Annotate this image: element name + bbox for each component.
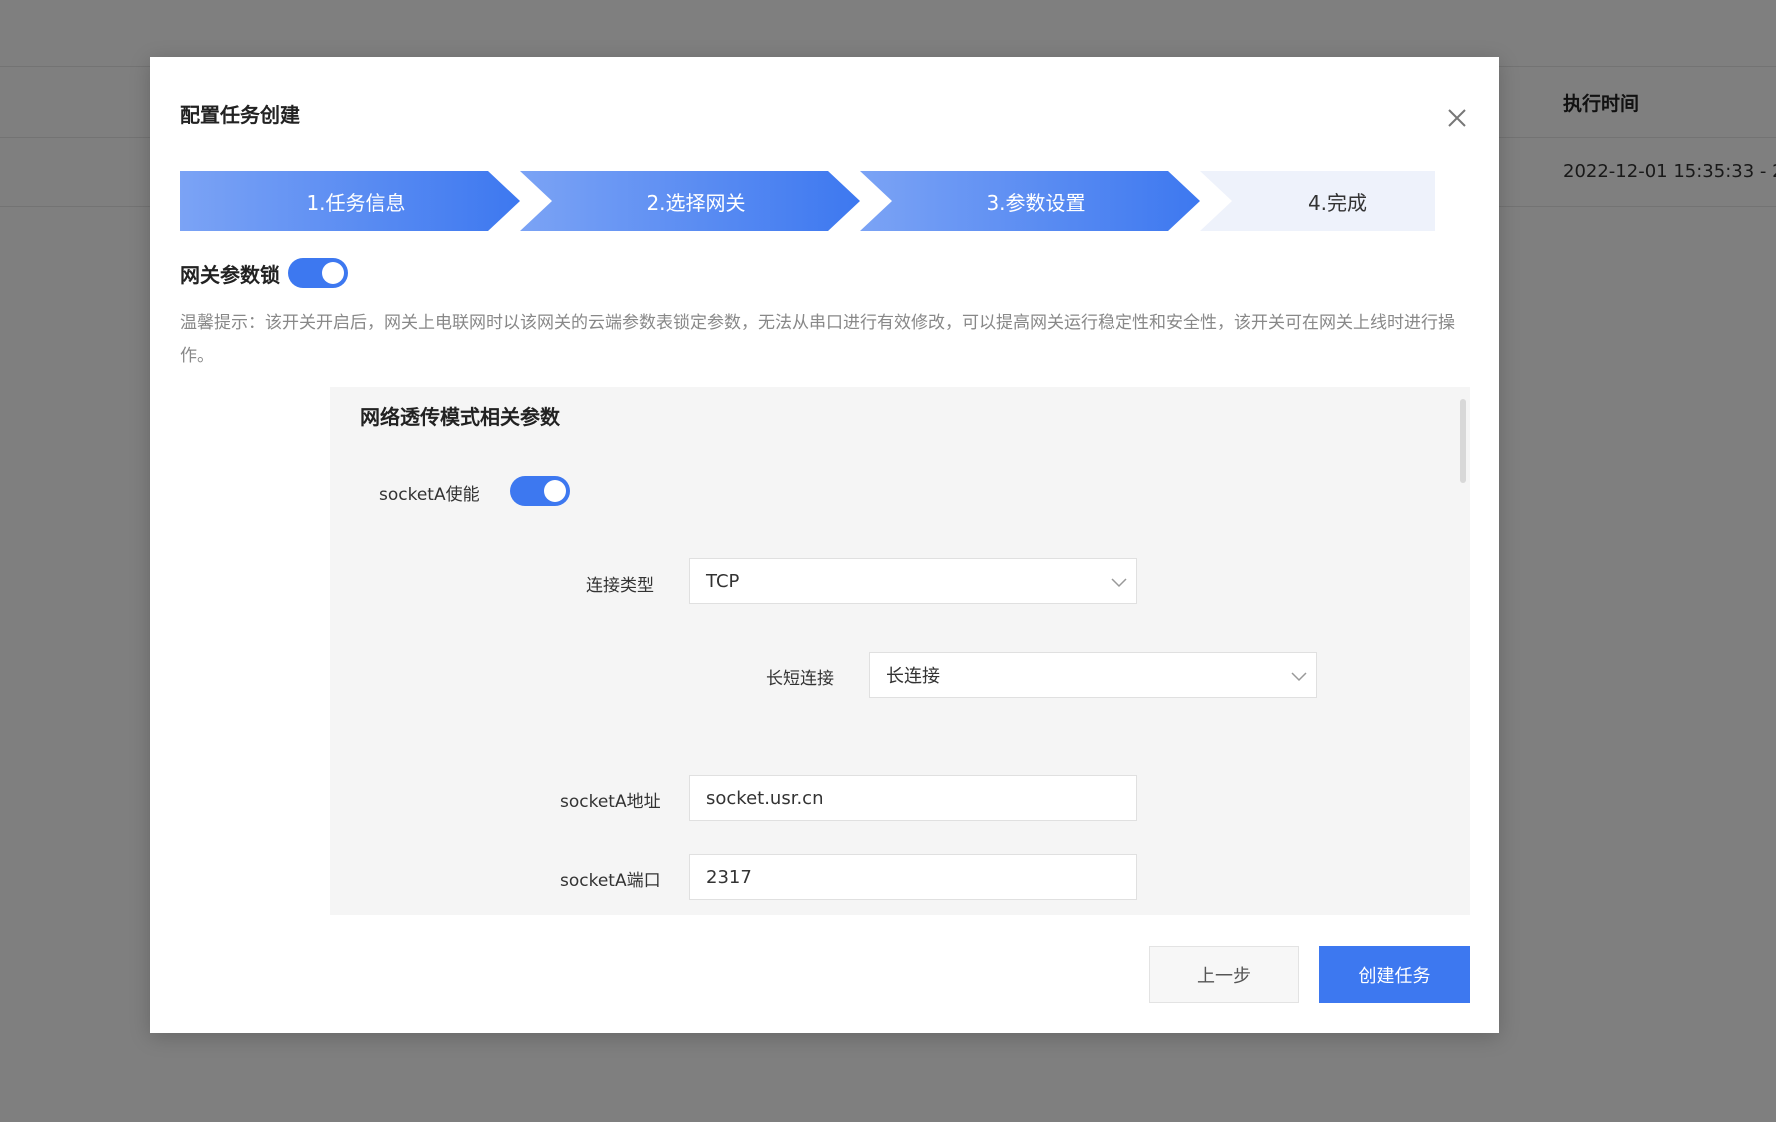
address-value: socket.usr.cn	[706, 787, 824, 809]
step-indicator: 1.任务信息 2.选择网关 3.参数设置 4.完成	[180, 171, 1435, 231]
close-icon[interactable]	[1446, 107, 1468, 129]
panel-scrollbar[interactable]	[1460, 399, 1466, 483]
panel-title: 网络透传模式相关参数	[360, 405, 560, 429]
gateway-lock-toggle[interactable]	[288, 258, 348, 288]
step-select-gateway: 2.选择网关	[520, 171, 860, 231]
prev-step-button[interactable]: 上一步	[1149, 946, 1299, 1003]
modal-title: 配置任务创建	[180, 103, 300, 127]
gateway-lock-label: 网关参数锁	[180, 262, 280, 287]
step-task-info: 1.任务信息	[180, 171, 520, 231]
address-input[interactable]: socket.usr.cn	[689, 775, 1137, 821]
chevron-down-icon	[1291, 672, 1307, 682]
port-label: socketA端口	[560, 871, 661, 891]
socketA-enable-label: socketA使能	[379, 485, 480, 505]
create-task-modal: 配置任务创建 1.任务信息 2.选择网关 3.参数设置 4.完成 网关参数锁 温…	[150, 57, 1499, 1033]
port-value: 2317	[706, 866, 752, 888]
chevron-down-icon	[1111, 578, 1127, 588]
socketA-enable-toggle[interactable]	[510, 476, 570, 506]
params-panel: 网络透传模式相关参数 socketA使能 连接类型 TCP 长短连接 长连接 s…	[330, 387, 1470, 915]
create-task-button[interactable]: 创建任务	[1319, 946, 1470, 1003]
conn-type-value: TCP	[706, 570, 740, 592]
conn-type-select[interactable]: TCP	[689, 558, 1137, 604]
gateway-lock-row: 网关参数锁	[180, 258, 348, 288]
address-label: socketA地址	[560, 792, 661, 812]
conn-type-label: 连接类型	[586, 576, 654, 596]
long-short-value: 长连接	[886, 666, 940, 687]
port-input[interactable]: 2317	[689, 854, 1137, 900]
long-short-label: 长短连接	[766, 669, 834, 689]
step-complete: 4.完成	[1200, 171, 1435, 231]
long-short-select[interactable]: 长连接	[869, 652, 1317, 698]
step-param-settings: 3.参数设置	[860, 171, 1200, 231]
tip-text: 温馨提示：该开关开启后，网关上电联网时以该网关的云端参数表锁定参数，无法从串口进…	[180, 313, 1455, 366]
